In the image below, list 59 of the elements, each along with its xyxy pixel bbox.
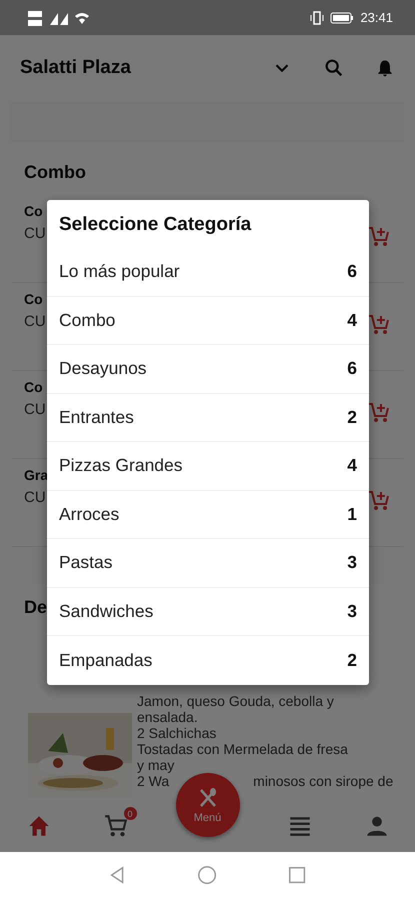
store-title: Salatti Plaza [20, 56, 132, 78]
product-price: CU [24, 313, 46, 330]
description-line: Tostadas con Mermelada de fresa [137, 741, 348, 757]
add-to-cart-icon[interactable] [367, 225, 391, 249]
category-name: Desayunos [59, 358, 147, 380]
category-count: 4 [347, 455, 357, 476]
description-line: 2 Salchichas [137, 725, 216, 741]
category-name: Entrantes [59, 406, 134, 428]
product-name: Gra [24, 467, 48, 483]
category-name: Pastas [59, 552, 112, 574]
signal-icon [28, 8, 68, 26]
add-to-cart-icon[interactable] [367, 489, 391, 513]
category-count: 3 [347, 600, 357, 622]
category-count: 2 [347, 406, 357, 428]
description-line: 2 Wa [137, 773, 170, 789]
category-name: Arroces [59, 504, 120, 525]
category-item[interactable]: Desayunos 6 [47, 345, 369, 394]
product-name: Co [24, 379, 43, 395]
product-price: CU [24, 225, 46, 242]
category-item[interactable]: Lo más popular 6 [47, 248, 369, 296]
category-item[interactable]: Arroces 1 [47, 490, 369, 539]
category-name: Empanadas [59, 650, 152, 671]
category-name: Sandwiches [59, 600, 154, 622]
add-to-cart-icon[interactable] [367, 401, 391, 425]
category-count: 2 [347, 650, 357, 671]
product-name: Co [24, 291, 43, 307]
category-name: Pizzas Grandes [59, 455, 183, 476]
category-item[interactable]: Empanadas 2 [47, 636, 369, 684]
add-to-cart-icon[interactable] [367, 313, 391, 337]
wifi-icon [74, 10, 90, 24]
description-line: minosos con sirope de [253, 773, 394, 789]
product-price: CU [24, 489, 46, 506]
category-item[interactable]: Pizzas Grandes 4 [47, 442, 369, 490]
home-circle-icon[interactable] [196, 865, 218, 887]
description-line: Jamon, queso Gouda, cebolla y [137, 693, 334, 709]
description-line: y may [137, 757, 174, 773]
category-name: Lo más popular [59, 261, 180, 282]
count-badge: 0 [124, 807, 136, 820]
search-icon[interactable] [323, 56, 345, 78]
vibrate-icon [310, 10, 324, 24]
category-item[interactable]: Sandwiches 3 [47, 588, 369, 636]
section-title: De [24, 597, 48, 617]
section-title: Combo [24, 162, 86, 182]
product-price: CU [24, 401, 46, 418]
category-count: 6 [347, 261, 357, 282]
cart-icon [102, 813, 128, 839]
product-name: Co [24, 203, 43, 219]
category-item[interactable]: Combo 4 [47, 296, 369, 345]
dialog-title: Seleccione Categoría [58, 213, 252, 237]
clock-time: 23:41 [360, 10, 393, 25]
category-count: 4 [347, 310, 357, 331]
battery-icon [330, 12, 354, 24]
category-count: 1 [347, 504, 357, 525]
category-name: Combo [59, 310, 116, 331]
category-count: 6 [347, 358, 357, 380]
category-count: 3 [347, 552, 357, 574]
category-item[interactable]: Entrantes 2 [47, 394, 369, 442]
description-line: ensalada. [137, 709, 198, 725]
category-item[interactable]: Pastas 3 [47, 539, 369, 588]
